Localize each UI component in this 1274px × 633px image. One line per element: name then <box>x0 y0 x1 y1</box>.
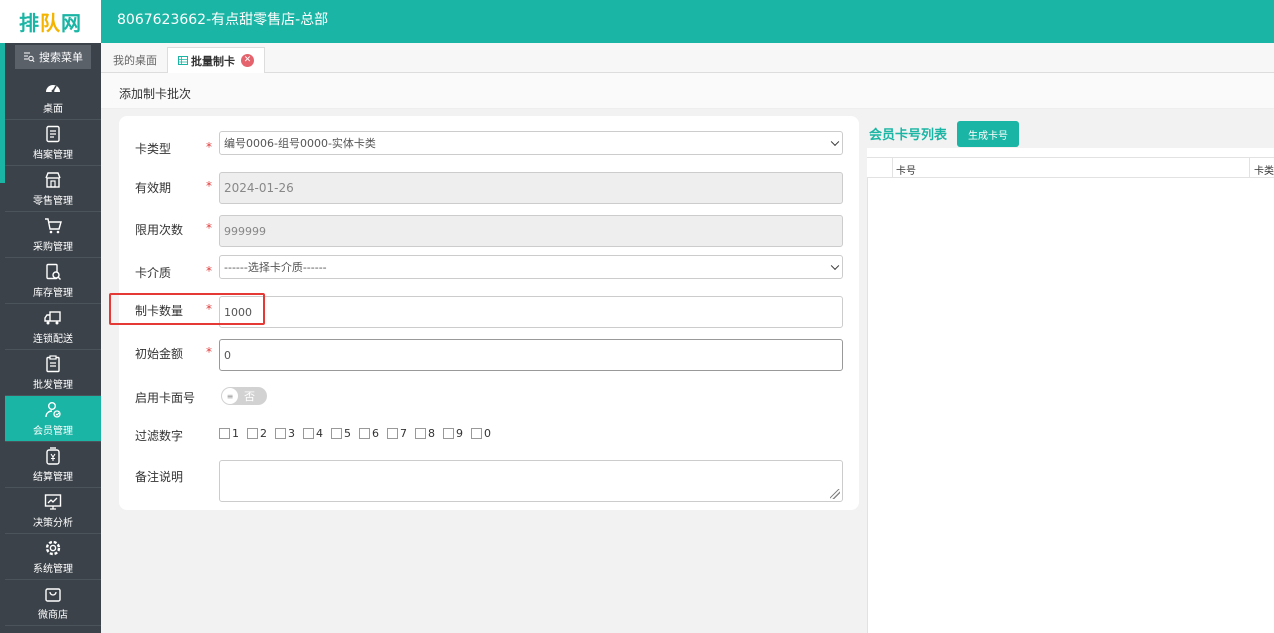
logo-text: 排队网 <box>19 11 82 35</box>
use-limit-label: 限用次数 <box>135 223 184 237</box>
required-mark: * <box>206 221 212 235</box>
cart-icon <box>45 218 62 234</box>
store-title: 8067623662-有点甜零售店-总部 <box>117 12 329 28</box>
sidebar-item-desktop[interactable]: 桌面 <box>5 74 101 120</box>
card-number-panel-header: 会员卡号列表 生成卡号 <box>867 116 1274 148</box>
dashboard-icon <box>46 85 60 93</box>
column-header-card-no[interactable]: 卡号 <box>896 162 916 177</box>
logo[interactable]: 排队网 <box>0 0 101 43</box>
required-mark: * <box>206 345 212 359</box>
tab-close-icon[interactable]: ✕ <box>241 54 254 67</box>
digit-checkbox-8[interactable]: 8 <box>415 427 435 440</box>
sidebar-nav: 桌面 档案管理 零售管理 采购管理 库存管理 连锁配送 批发管理 会员管理 结算… <box>5 74 101 626</box>
required-mark: * <box>206 179 212 193</box>
sidebar-item-microstore[interactable]: 微商店 <box>5 580 101 626</box>
required-mark: * <box>206 264 212 278</box>
card-medium-label: 卡介质 <box>135 266 172 280</box>
checkbox-icon <box>275 428 286 439</box>
archive-icon <box>46 125 60 143</box>
inventory-icon <box>46 263 61 280</box>
digit-checkbox-4[interactable]: 4 <box>303 427 323 440</box>
digit-checkbox-7[interactable]: 7 <box>387 427 407 440</box>
digit-checkbox-6[interactable]: 6 <box>359 427 379 440</box>
search-menu-label: 搜索菜单 <box>39 51 83 64</box>
column-header-card-type[interactable]: 卡类 <box>1249 158 1274 178</box>
page-subtitle: 添加制卡批次 <box>119 87 192 101</box>
card-number-table-header: 卡号 卡类 <box>867 157 1274 178</box>
remarks-label: 备注说明 <box>135 470 184 484</box>
filter-digits-group: 1 2 3 4 5 6 7 8 9 0 <box>219 427 499 440</box>
card-type-select[interactable]: 编号0006-组号0000-实体卡类 <box>219 131 843 155</box>
panel-divider <box>867 178 868 633</box>
member-icon <box>45 402 61 418</box>
toggle-knob-icon: ≡ <box>222 388 238 404</box>
sidebar-item-inventory[interactable]: 库存管理 <box>5 258 101 304</box>
checkbox-icon <box>359 428 370 439</box>
sidebar-item-purchase[interactable]: 采购管理 <box>5 212 101 258</box>
bag-icon <box>45 588 61 602</box>
page-subheader: 添加制卡批次 <box>101 73 1274 109</box>
sidebar-item-archive[interactable]: 档案管理 <box>5 120 101 166</box>
batch-card-form: 卡类型 * 编号0006-组号0000-实体卡类 有效期 * 2024-01-2… <box>119 116 859 510</box>
filter-digits-label: 过滤数字 <box>135 429 184 443</box>
menu-search-icon <box>24 52 35 63</box>
card-number-panel: 会员卡号列表 生成卡号 卡号 卡类 <box>867 116 1274 633</box>
tab-bar: 我的桌面 批量制卡 ✕ <box>101 43 1274 73</box>
tab-my-desktop[interactable]: 我的桌面 <box>103 47 167 73</box>
checkbox-icon <box>471 428 482 439</box>
digit-checkbox-3[interactable]: 3 <box>275 427 295 440</box>
table-header-cell <box>867 158 893 178</box>
initial-amount-label: 初始金额 <box>135 347 184 361</box>
sidebar-item-distribution[interactable]: 连锁配送 <box>5 304 101 350</box>
sidebar-item-settlement[interactable]: 结算管理 <box>5 442 101 488</box>
checkbox-icon <box>219 428 230 439</box>
checkbox-icon <box>303 428 314 439</box>
valid-until-field: 2024-01-26 <box>219 172 843 204</box>
sidebar-item-member[interactable]: 会员管理 <box>5 396 101 442</box>
sidebar-item-retail[interactable]: 零售管理 <box>5 166 101 212</box>
initial-amount-input[interactable]: 0 <box>219 339 843 371</box>
table-icon <box>178 56 188 65</box>
tab-batch-card[interactable]: 批量制卡 ✕ <box>167 47 265 73</box>
search-menu-button[interactable]: 搜索菜单 <box>15 45 91 69</box>
card-type-label: 卡类型 <box>135 142 172 156</box>
required-mark: * <box>206 302 212 316</box>
checkbox-icon <box>415 428 426 439</box>
checkbox-icon <box>387 428 398 439</box>
sidebar-item-wholesale[interactable]: 批发管理 <box>5 350 101 396</box>
enable-face-no-label: 启用卡面号 <box>135 391 196 405</box>
checkbox-icon <box>443 428 454 439</box>
checkbox-icon <box>247 428 258 439</box>
settlement-icon <box>46 447 60 465</box>
card-count-input[interactable]: 1000 <box>219 296 843 328</box>
store-icon <box>45 172 61 188</box>
use-limit-field: 999999 <box>219 215 843 247</box>
top-bar: 排队网 8067623662-有点甜零售店-总部 <box>0 0 1274 43</box>
checkbox-icon <box>331 428 342 439</box>
digit-checkbox-5[interactable]: 5 <box>331 427 351 440</box>
clipboard-icon <box>46 355 60 373</box>
chart-icon <box>44 494 62 510</box>
valid-until-label: 有效期 <box>135 181 172 195</box>
digit-checkbox-9[interactable]: 9 <box>443 427 463 440</box>
gear-icon <box>45 540 61 556</box>
resize-grip-icon[interactable] <box>830 489 840 499</box>
card-count-label: 制卡数量 <box>135 304 184 318</box>
digit-checkbox-1[interactable]: 1 <box>219 427 239 440</box>
generate-card-number-button[interactable]: 生成卡号 <box>957 121 1019 147</box>
card-number-list-title: 会员卡号列表 <box>869 128 948 143</box>
enable-face-no-toggle[interactable]: ≡ 否 <box>221 387 267 405</box>
remarks-textarea[interactable] <box>219 460 843 502</box>
truck-icon <box>44 311 61 325</box>
sidebar-item-analysis[interactable]: 决策分析 <box>5 488 101 534</box>
digit-checkbox-2[interactable]: 2 <box>247 427 267 440</box>
sidebar-item-system[interactable]: 系统管理 <box>5 534 101 580</box>
card-medium-select[interactable]: ------选择卡介质------ <box>219 255 843 279</box>
digit-checkbox-0[interactable]: 0 <box>471 427 491 440</box>
required-mark: * <box>206 140 212 154</box>
